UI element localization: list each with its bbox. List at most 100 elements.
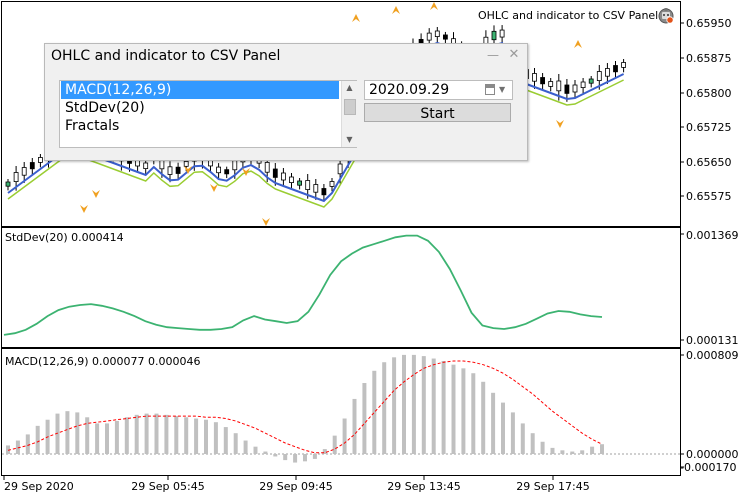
indicator-list-item[interactable]: StdDev(20) bbox=[61, 99, 339, 117]
macd-hist-bar bbox=[293, 454, 298, 463]
macd-hist-bar bbox=[174, 416, 179, 454]
fractal-arrow bbox=[352, 14, 360, 22]
macd-hist-bar bbox=[194, 418, 199, 454]
macd-hist-bar bbox=[441, 360, 446, 454]
macd-hist-bar bbox=[233, 433, 238, 454]
macd-tick: 0.000809 bbox=[686, 349, 739, 362]
macd-hist-bar bbox=[550, 447, 555, 454]
fractal-arrow bbox=[574, 40, 582, 48]
indicator-list[interactable]: MACD(12,26,9) StdDev(20) Fractals ▲ ▼ bbox=[59, 80, 357, 148]
expert-advisor-icon[interactable] bbox=[657, 7, 675, 24]
macd-hist-bar bbox=[560, 450, 565, 454]
macd-hist-bar bbox=[263, 451, 268, 454]
macd-hist-bar bbox=[590, 446, 595, 454]
macd-hist-bar bbox=[580, 450, 585, 454]
chart-ea-title: OHLC and indicator to CSV Panel bbox=[478, 9, 659, 22]
chevron-down-icon[interactable]: ▼ bbox=[499, 81, 505, 99]
scroll-up-icon[interactable]: ▲ bbox=[342, 81, 357, 95]
candle-body bbox=[564, 84, 570, 94]
price-tick: 0.65650 bbox=[686, 156, 732, 169]
fractal-arrow bbox=[556, 120, 564, 128]
candle-body bbox=[280, 172, 286, 181]
candle-body bbox=[29, 162, 35, 170]
macd-hist-bar bbox=[501, 402, 505, 454]
fractal-arrow bbox=[92, 190, 100, 198]
indicator-list-item[interactable]: Fractals bbox=[61, 117, 339, 135]
macd-hist-bar bbox=[283, 454, 288, 461]
candle-body bbox=[21, 167, 27, 176]
macd-hist-bar bbox=[332, 435, 337, 454]
candle-body bbox=[5, 181, 11, 187]
stddev-pane-title: StdDev(20) 0.000414 bbox=[5, 231, 124, 244]
candle-body bbox=[532, 73, 537, 82]
macd-hist-bar bbox=[243, 440, 248, 454]
time-tick: 29 Sep 05:45 bbox=[131, 480, 205, 493]
macd-hist-bar bbox=[95, 423, 100, 454]
candle-body bbox=[264, 162, 270, 173]
stddev-line bbox=[3, 234, 603, 336]
macd-hist-bar bbox=[520, 423, 525, 454]
candle-body bbox=[442, 34, 448, 40]
date-value: 2020.09.29 bbox=[369, 82, 450, 98]
macd-hist-bar bbox=[372, 370, 377, 454]
date-picker[interactable]: 2020.09.29 ▼ bbox=[364, 80, 513, 100]
candle-body bbox=[143, 162, 149, 169]
list-scrollbar[interactable]: ▲ ▼ bbox=[341, 81, 357, 147]
candle-body bbox=[605, 68, 610, 77]
candle-body bbox=[426, 32, 432, 41]
close-icon[interactable]: ✕ bbox=[507, 48, 521, 62]
panel-title: OHLC and indicator to CSV Panel bbox=[51, 48, 281, 64]
macd-hist-bar bbox=[362, 383, 367, 454]
fractal-arrow bbox=[430, 2, 438, 10]
macd-tick: -0.000170 bbox=[680, 461, 737, 474]
time-tick: 29 Sep 09:45 bbox=[259, 480, 333, 493]
time-tick: 29 Sep 2020 bbox=[4, 480, 74, 493]
macd-hist-bar bbox=[510, 412, 515, 454]
price-tick: 0.65800 bbox=[686, 87, 732, 100]
macd-hist-bar bbox=[471, 373, 476, 454]
macd-hist-bar bbox=[154, 413, 159, 454]
candle-body bbox=[183, 161, 189, 167]
price-tick: 0.65725 bbox=[686, 121, 732, 134]
macd-hist-bar bbox=[600, 444, 604, 454]
macd-hist-bar bbox=[105, 423, 109, 454]
candle-body bbox=[159, 159, 165, 170]
macd-hist-bar bbox=[402, 354, 406, 454]
price-tick: 0.65875 bbox=[686, 52, 732, 65]
indicator-list-item[interactable]: MACD(12,26,9) bbox=[61, 81, 339, 99]
macd-hist-bar bbox=[481, 381, 486, 454]
candle-body bbox=[13, 172, 19, 183]
macd-hist-bar bbox=[124, 417, 129, 454]
stddev-pane-frame bbox=[1, 227, 681, 348]
csv-panel[interactable]: OHLC and indicator to CSV Panel — ✕ MACD… bbox=[44, 43, 528, 161]
fractal-arrow bbox=[262, 218, 270, 226]
candle-body bbox=[329, 181, 335, 187]
candle-body bbox=[313, 184, 319, 193]
stddev-tick: 0.001369 bbox=[686, 229, 739, 242]
candle-body bbox=[491, 30, 497, 41]
candle-body bbox=[305, 180, 311, 191]
candle-body bbox=[272, 168, 278, 178]
macd-hist-bar bbox=[75, 412, 80, 454]
time-tick: 29 Sep 13:45 bbox=[387, 480, 461, 493]
candle-body bbox=[216, 166, 222, 174]
macd-hist-bar bbox=[392, 357, 397, 454]
minimize-icon[interactable]: — bbox=[486, 48, 500, 62]
candle-body bbox=[434, 30, 440, 38]
candle-body bbox=[556, 80, 562, 92]
candle-body bbox=[297, 180, 303, 186]
macd-hist-bar bbox=[312, 454, 317, 459]
macd-hist-bar bbox=[25, 434, 30, 454]
start-button[interactable]: Start bbox=[364, 103, 511, 122]
calendar-icon[interactable] bbox=[485, 84, 495, 95]
macd-hist-bar bbox=[491, 392, 496, 454]
macd-hist-bar bbox=[451, 364, 456, 454]
scroll-down-icon[interactable]: ▼ bbox=[342, 133, 357, 147]
macd-hist-bar bbox=[540, 441, 545, 454]
macd-hist-bar bbox=[382, 362, 387, 454]
scroll-thumb[interactable] bbox=[344, 99, 356, 115]
macd-hist-bar bbox=[184, 417, 189, 454]
macd-hist-bar bbox=[253, 446, 258, 454]
stddev-tick: 0.000131 bbox=[686, 334, 739, 347]
macd-hist-bar bbox=[114, 420, 119, 454]
